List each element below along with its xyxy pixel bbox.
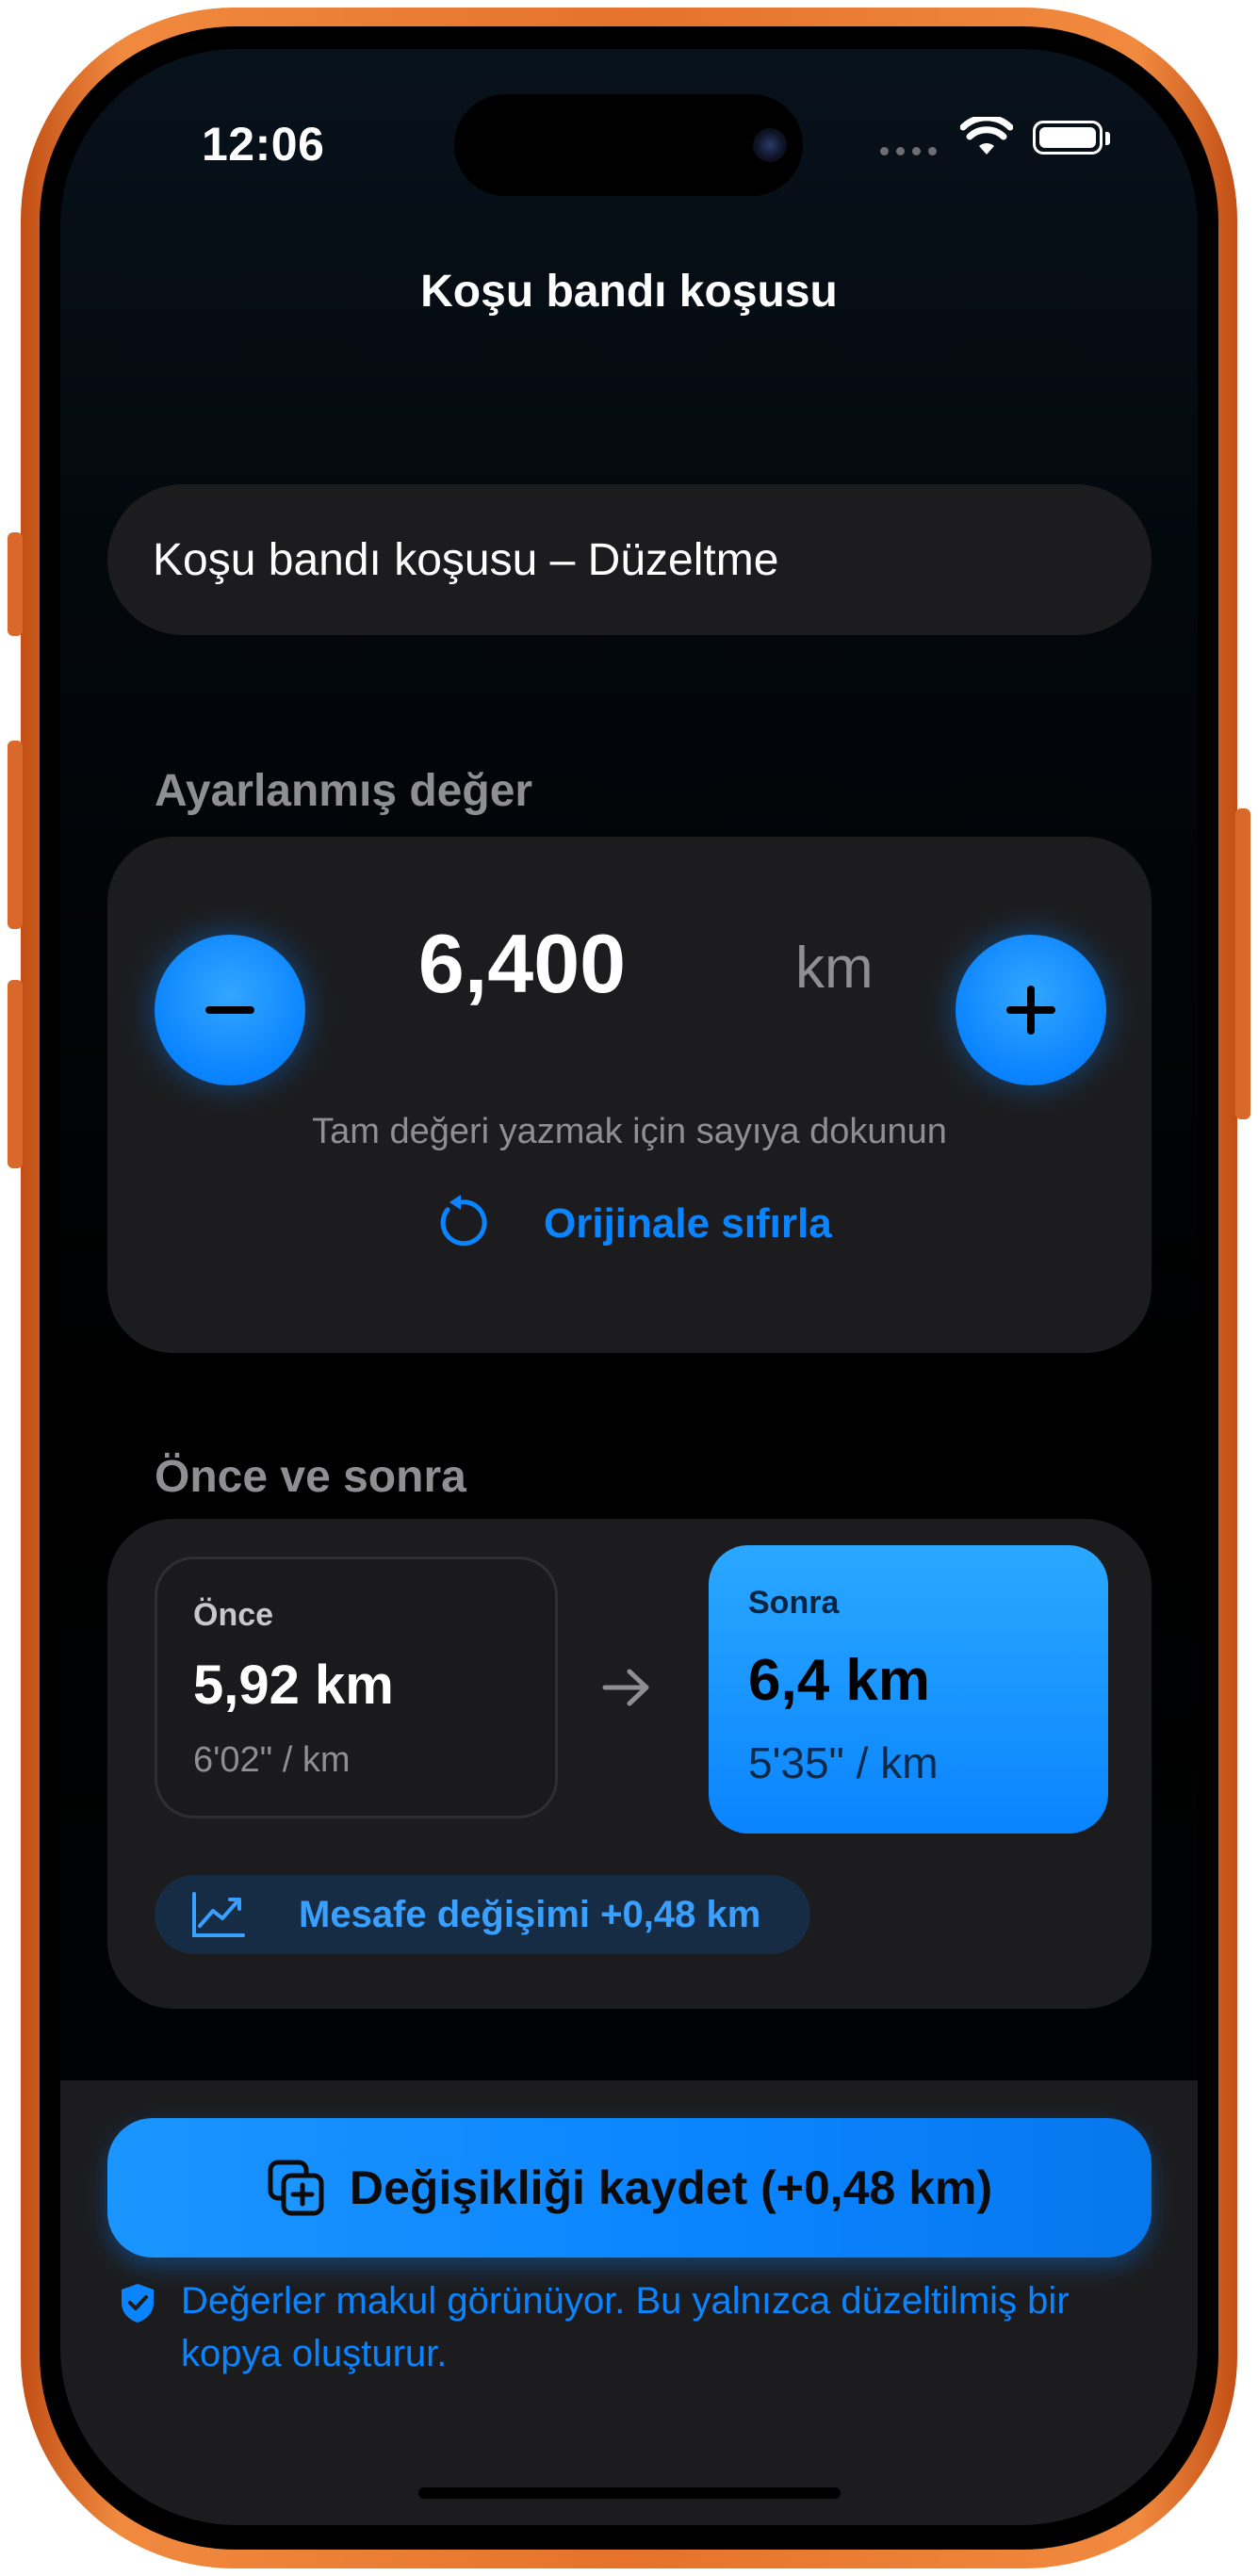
minus-icon xyxy=(205,1006,254,1014)
section-header-comparison: Önce ve sonra xyxy=(155,1452,466,1502)
arrow-right-icon xyxy=(602,1669,649,1706)
before-value: 5,92 km xyxy=(193,1655,394,1716)
reset-icon[interactable] xyxy=(433,1193,493,1253)
home-indicator xyxy=(418,2487,841,2499)
reset-button[interactable]: Orijinale sıfırla xyxy=(544,1200,832,1247)
after-pace: 5'35" / km xyxy=(748,1738,939,1787)
save-button-label: Değişikliği kaydet (+0,48 km) xyxy=(349,2161,993,2214)
value-display[interactable]: 6,400 xyxy=(343,916,701,1012)
before-card: Önce 5,92 km 6'02" / km xyxy=(155,1557,558,1818)
dynamic-island xyxy=(454,94,803,196)
battery-icon xyxy=(1033,121,1103,155)
action-button xyxy=(8,532,23,636)
duplicate-add-icon xyxy=(268,2160,324,2216)
save-button[interactable]: Değişikliği kaydet (+0,48 km) xyxy=(107,2118,1152,2258)
chart-icon xyxy=(192,1892,245,1937)
after-label: Sonra xyxy=(748,1585,840,1621)
change-label: Mesafe değişimi +0,48 km xyxy=(299,1894,761,1935)
after-card: Sonra 6,4 km 5'35" / km xyxy=(709,1545,1108,1834)
name-input[interactable]: Koşu bandı koşusu – Düzeltme xyxy=(107,484,1152,635)
shield-check-icon xyxy=(122,2284,154,2323)
hint-text: Tam değeri yazmak için sayıya dokunun xyxy=(312,1112,947,1151)
cellular-signal-icon xyxy=(880,147,937,155)
before-label: Önce xyxy=(193,1597,274,1633)
power-button xyxy=(1235,808,1250,1119)
unit-label: km xyxy=(795,936,874,1001)
validation-note: Değerler makul görünüyor. Bu yalnızca dü… xyxy=(181,2280,1070,2374)
increment-button[interactable] xyxy=(956,935,1106,1085)
decrement-button[interactable] xyxy=(155,935,305,1085)
after-value: 6,4 km xyxy=(748,1648,931,1713)
battery-nub xyxy=(1105,132,1110,145)
wifi-icon xyxy=(960,117,1013,155)
volume-up-button xyxy=(8,741,23,929)
before-pace: 6'02" / km xyxy=(193,1740,351,1780)
screen: 12:06 Koşu bandı koşusu Koşu bandı koşus… xyxy=(60,49,1198,2525)
volume-down-button xyxy=(8,980,23,1168)
section-header-adjusted: Ayarlanmış değer xyxy=(155,766,533,816)
page-title: Koşu bandı koşusu xyxy=(420,267,838,317)
plus-icon xyxy=(1006,986,1055,1035)
adjust-card xyxy=(107,837,1152,1353)
camera-icon xyxy=(753,128,787,162)
status-time: 12:06 xyxy=(202,118,325,171)
